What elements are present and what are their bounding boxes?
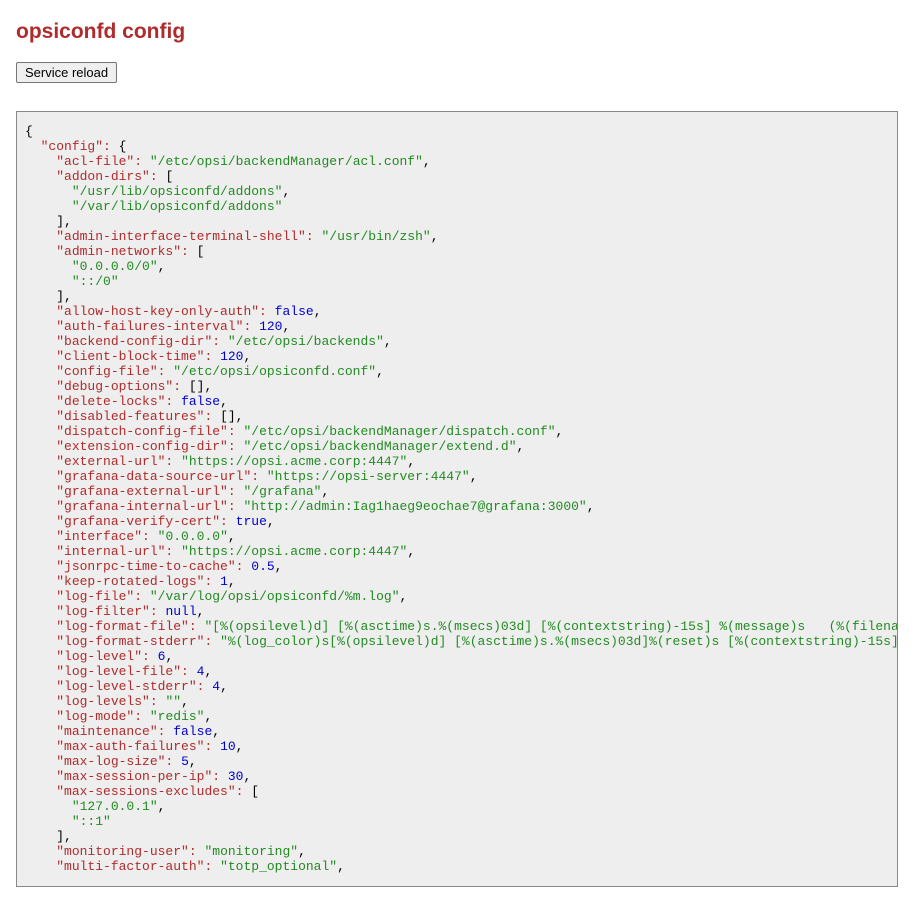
- config-json-block: { "config": { "acl-file": "/etc/opsi/bac…: [16, 111, 898, 887]
- service-reload-button[interactable]: Service reload: [16, 62, 117, 83]
- page-title: opsiconfd config: [16, 20, 898, 44]
